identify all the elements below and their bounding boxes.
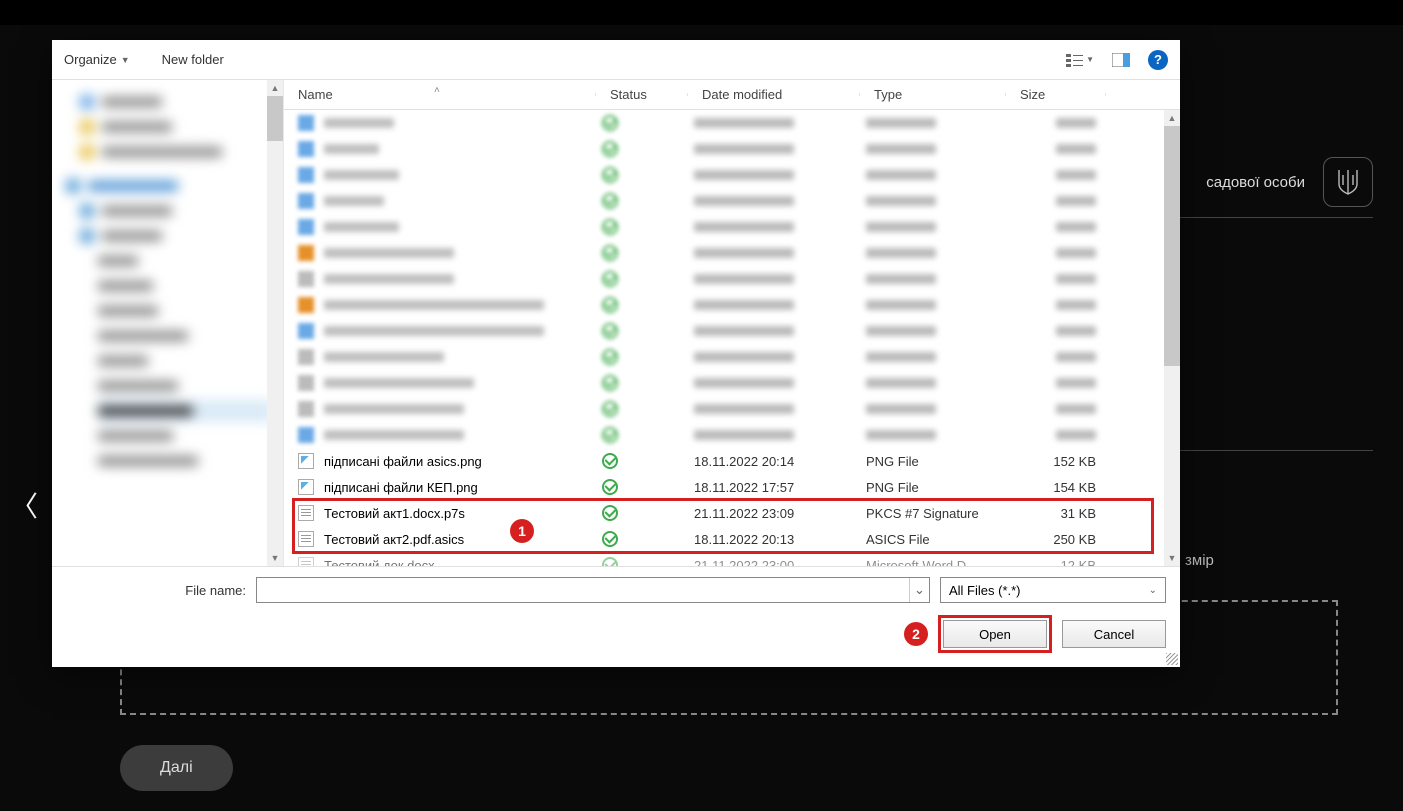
file-size: 250 KB [1006,532,1106,547]
bg-size-label: змір [1185,552,1214,569]
file-icon [298,531,314,547]
file-row-blurred[interactable] [284,110,1164,136]
bg-divider [1180,217,1373,218]
file-size: 152 KB [1006,454,1106,469]
file-size: 31 KB [1006,506,1106,521]
cancel-button[interactable]: Cancel [1062,620,1166,648]
file-type: PKCS #7 Signature [860,506,1006,521]
file-name: Тестовий акт2.pdf.asics [324,532,464,547]
file-row[interactable]: Тестовий акт1.docx.p7s 21.11.2022 23:09PK… [284,500,1164,526]
annotation-badge-2: 2 [904,622,928,646]
dialog-footer: File name: ⌄ All Files (*.*) ⌄ 2 Open Ca… [52,566,1180,667]
filename-label: File name: [66,583,246,598]
file-row-blurred[interactable] [284,396,1164,422]
file-row[interactable]: Тестовий док docx 21.11.2022 23:00Microso… [284,552,1164,566]
file-name: Тестовий акт1.docx.p7s [324,506,465,521]
help-icon[interactable]: ? [1148,50,1168,70]
dialog-toolbar: Organize ▼ New folder ▼ ? [52,40,1180,80]
column-type[interactable]: Type [860,87,1006,102]
file-date: 18.11.2022 20:14 [688,454,860,469]
status-ok-icon [602,531,618,547]
file-type: Microsoft Word D [860,558,1006,567]
file-row-blurred[interactable] [284,188,1164,214]
file-type-filter[interactable]: All Files (*.*) ⌄ [940,577,1166,603]
filelist-scrollbar[interactable]: ▲ ▼ [1164,110,1180,566]
file-open-dialog: Organize ▼ New folder ▼ ? [52,40,1180,667]
status-ok-icon [602,557,618,566]
file-date: 21.11.2022 23:09 [688,506,860,521]
file-row-blurred[interactable] [284,422,1164,448]
file-icon [298,557,314,566]
file-row-blurred[interactable] [284,370,1164,396]
sort-indicator-icon: ˄ [434,85,440,96]
column-date[interactable]: Date modified [688,87,860,102]
column-headers[interactable]: Name ˄ Status Date modified Type Size [284,80,1180,110]
file-size: 154 KB [1006,480,1106,495]
filename-history-dropdown[interactable]: ⌄ [909,578,929,602]
file-type: ASICS File [860,532,1006,547]
file-type: PNG File [860,454,1006,469]
file-icon [298,505,314,521]
file-row-blurred[interactable] [284,214,1164,240]
file-row-blurred[interactable] [284,266,1164,292]
next-button[interactable]: Далі [120,745,233,791]
status-ok-icon [602,479,618,495]
file-row-blurred[interactable] [284,136,1164,162]
file-name: підписані файли asics.png [324,454,482,469]
file-name: підписані файли КЕП.png [324,480,478,495]
folder-tree[interactable]: ▲ ▼ [52,80,284,566]
annotation-highlight-2: Open [938,615,1052,653]
status-ok-icon [602,453,618,469]
trident-icon [1323,157,1373,207]
file-row-blurred[interactable] [284,162,1164,188]
file-type: PNG File [860,480,1006,495]
new-folder-button[interactable]: New folder [162,52,224,67]
file-icon [298,453,314,469]
sidebar-scrollbar[interactable]: ▲ ▼ [267,80,283,566]
bg-header-text: садової особи [1206,174,1305,191]
chevron-down-icon: ⌄ [1149,585,1157,596]
column-name[interactable]: Name ˄ [284,87,596,102]
filename-input-wrap: ⌄ [256,577,930,603]
file-size: 12 KB [1006,558,1106,567]
back-arrow-icon[interactable]: 〈 [10,485,38,525]
file-icon [298,479,314,495]
bg-header: садової особи [1206,157,1373,207]
view-options-button[interactable]: ▼ [1066,53,1094,67]
organize-button[interactable]: Organize ▼ [64,52,130,67]
file-row[interactable]: Тестовий акт2.pdf.asics 18.11.2022 20:13A… [284,526,1164,552]
column-status[interactable]: Status [596,87,688,102]
file-date: 21.11.2022 23:00 [688,558,860,567]
column-size[interactable]: Size [1006,87,1106,102]
file-row[interactable]: підписані файли asics.png 18.11.2022 20:1… [284,448,1164,474]
chevron-down-icon: ▼ [1086,55,1094,64]
file-row-blurred[interactable] [284,344,1164,370]
open-button[interactable]: Open [943,620,1047,648]
file-row[interactable]: підписані файли КЕП.png 18.11.2022 17:57P… [284,474,1164,500]
resize-grip-icon[interactable] [1166,653,1178,665]
status-ok-icon [602,505,618,521]
file-row-blurred[interactable] [284,240,1164,266]
file-date: 18.11.2022 17:57 [688,480,860,495]
file-row-blurred[interactable] [284,292,1164,318]
chevron-down-icon: ▼ [121,55,130,65]
file-row-blurred[interactable] [284,318,1164,344]
bg-divider-2 [1180,450,1373,451]
file-list-pane: Name ˄ Status Date modified Type Size пі… [284,80,1180,566]
file-name: Тестовий док docx [324,558,435,567]
file-date: 18.11.2022 20:13 [688,532,860,547]
annotation-badge-1: 1 [510,519,534,543]
filename-input[interactable] [257,578,909,602]
preview-pane-button[interactable] [1112,53,1130,67]
